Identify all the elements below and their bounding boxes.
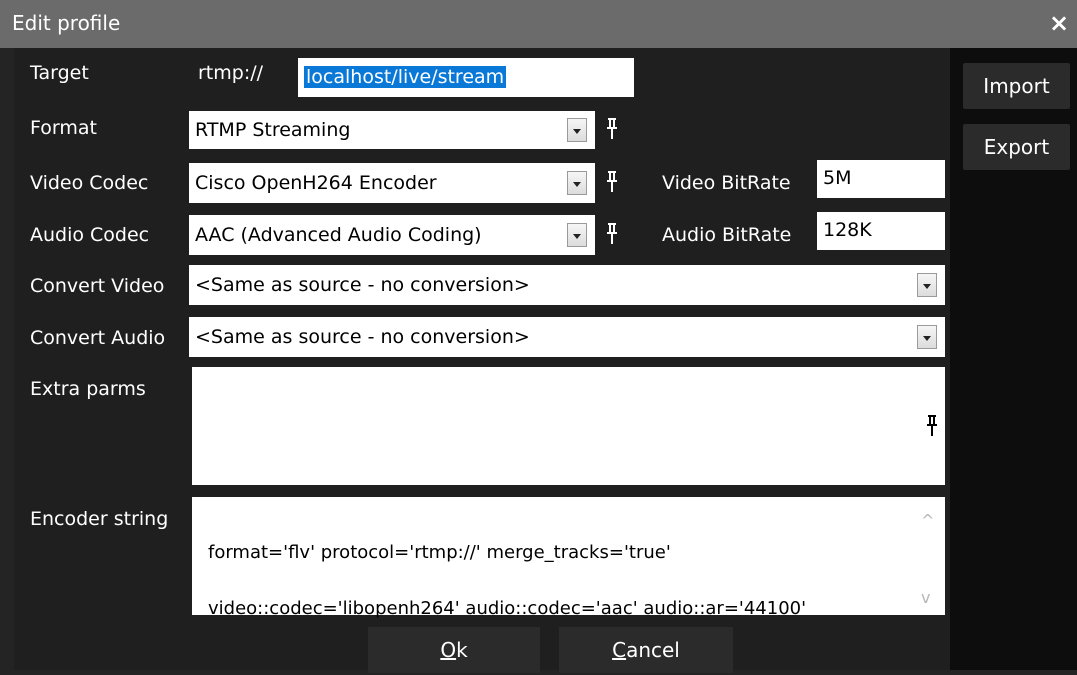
ok-label: k [456, 638, 468, 662]
convert-audio-value: <Same as source - no conversion> [195, 326, 530, 348]
convert-video-select[interactable]: <Same as source - no conversion> [189, 265, 945, 305]
convert-audio-label: Convert Audio [30, 327, 166, 349]
target-label: Target [30, 62, 89, 84]
video-codec-label: Video Codec [30, 172, 149, 194]
encoder-string-line: format='flv' protocol='rtmp://' merge_tr… [208, 542, 671, 563]
audio-codec-select[interactable]: AAC (Advanced Audio Coding) [189, 215, 595, 255]
video-bitrate-input[interactable]: 5M [817, 160, 945, 198]
pin-icon[interactable] [604, 118, 620, 140]
target-input[interactable]: localhost/live/stream [298, 58, 634, 97]
audio-bitrate-input[interactable]: 128K [817, 212, 945, 250]
encoder-string-textarea[interactable]: format='flv' protocol='rtmp://' merge_tr… [192, 497, 945, 619]
chevron-down-icon[interactable] [567, 118, 587, 142]
chevron-down-icon[interactable] [917, 273, 937, 297]
encoder-scrollbar[interactable]: ^ v [911, 497, 945, 615]
edit-profile-dialog: Edit profile × Target rtmp:// localhost/… [0, 0, 1077, 675]
extra-parms-input[interactable] [192, 367, 945, 485]
pin-icon[interactable] [924, 415, 940, 437]
video-codec-select[interactable]: Cisco OpenH264 Encoder [189, 163, 595, 203]
convert-video-value: <Same as source - no conversion> [195, 274, 530, 296]
chevron-down-icon[interactable] [567, 171, 587, 195]
audio-bitrate-label: Audio BitRate [662, 224, 792, 246]
encoder-string-label: Encoder string [30, 508, 169, 530]
convert-video-label: Convert Video [30, 275, 165, 297]
target-prefix: rtmp:// [198, 62, 264, 84]
dialog-title: Edit profile [12, 11, 121, 35]
title-bar: Edit profile × [0, 0, 1077, 48]
scroll-up-icon[interactable]: ^ [921, 511, 934, 530]
encoder-string-text: format='flv' protocol='rtmp://' merge_tr… [208, 511, 888, 651]
cancel-label: ancel [626, 638, 680, 662]
chevron-down-icon[interactable] [917, 325, 937, 349]
scroll-down-icon[interactable]: v [921, 588, 930, 607]
convert-audio-select[interactable]: <Same as source - no conversion> [189, 317, 945, 357]
close-icon[interactable]: × [1047, 9, 1071, 37]
video-codec-value: Cisco OpenH264 Encoder [195, 172, 437, 194]
target-value: localhost/live/stream [304, 66, 507, 88]
pin-icon[interactable] [604, 223, 620, 245]
pin-icon[interactable] [604, 171, 620, 193]
audio-codec-value: AAC (Advanced Audio Coding) [195, 224, 482, 246]
ok-mnemonic: O [440, 638, 457, 662]
format-label: Format [30, 117, 97, 139]
encoder-string-line: video::codec='libopenh264' audio::codec=… [208, 598, 807, 619]
cancel-button[interactable]: Cancel [559, 627, 733, 673]
format-value: RTMP Streaming [195, 119, 351, 141]
audio-codec-label: Audio Codec [30, 224, 150, 246]
format-select[interactable]: RTMP Streaming [189, 111, 595, 149]
video-bitrate-label: Video BitRate [662, 172, 791, 194]
export-button[interactable]: Export [963, 124, 1070, 170]
ok-button[interactable]: Ok [368, 627, 540, 673]
extra-parms-label: Extra parms [30, 378, 146, 400]
chevron-down-icon[interactable] [567, 223, 587, 247]
cancel-mnemonic: C [612, 638, 627, 662]
import-button[interactable]: Import [963, 63, 1070, 109]
